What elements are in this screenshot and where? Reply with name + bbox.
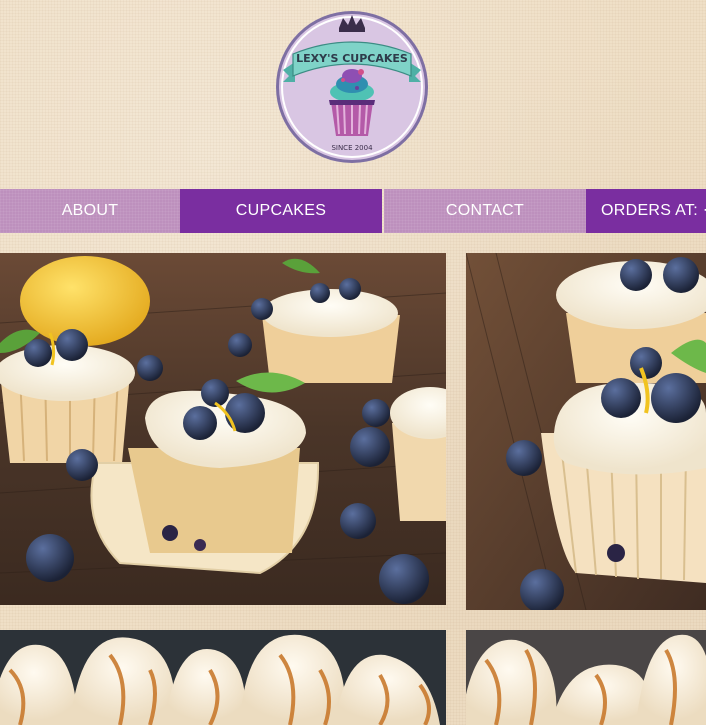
blueberry-lemon-cupcakes-photo[interactable] [0, 253, 446, 605]
blueberry-lemon-cupcake-closeup-photo[interactable] [466, 253, 706, 610]
logo-since-text: SINCE 2004 [331, 144, 373, 152]
orders-label: ORDERS AT: [601, 202, 698, 219]
caramel-cupcakes-photo[interactable] [0, 630, 446, 725]
nav-item-cupcakes[interactable]: CUPCAKES [180, 189, 382, 233]
nav-item-orders[interactable]: ORDERS AT: +4 [586, 189, 706, 233]
main-navigation: ABOUT CUPCAKES CONTACT ORDERS AT: +4 [0, 189, 706, 233]
site-logo[interactable]: LEXY'S CUPCAKES SINCE 2004 [273, 8, 431, 166]
nav-item-contact[interactable]: CONTACT [384, 189, 586, 233]
logo-banner-text: LEXY'S CUPCAKES [296, 52, 408, 65]
caramel-cupcake-closeup-photo[interactable] [466, 630, 706, 725]
nav-item-about[interactable]: ABOUT [0, 189, 180, 233]
